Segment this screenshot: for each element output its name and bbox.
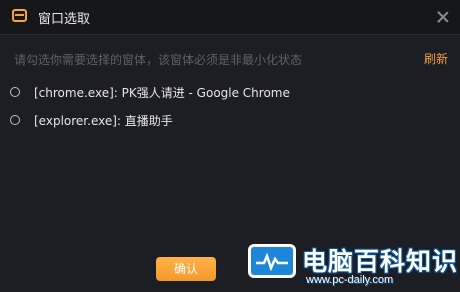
window-option-label: [explorer.exe]: 直播助手 bbox=[34, 113, 173, 128]
window-option-chrome[interactable]: [chrome.exe]: PK强人请进 - Google Chrome bbox=[10, 78, 450, 106]
watermark: 电脑百科知识 www.pc-daily.com bbox=[240, 232, 460, 292]
radio-icon[interactable] bbox=[10, 115, 20, 125]
confirm-button[interactable]: 确认 bbox=[156, 257, 216, 281]
window-option-label: [chrome.exe]: PK强人请进 - Google Chrome bbox=[34, 85, 290, 100]
window-icon bbox=[12, 9, 27, 22]
hint-text: 请勾选你需要选择的窗体，该窗体必须是非最小化状态 bbox=[14, 53, 303, 67]
watermark-text: 电脑百科知识 bbox=[302, 247, 459, 276]
radio-icon[interactable] bbox=[10, 87, 20, 97]
watermark-url: www.pc-daily.com bbox=[306, 274, 394, 286]
window-option-explorer[interactable]: [explorer.exe]: 直播助手 bbox=[10, 106, 450, 134]
window-picker-dialog: 窗口选取 请勾选你需要选择的窗体，该窗体必须是非最小化状态 刷新 [chrome… bbox=[0, 0, 460, 292]
dialog-title: 窗口选取 bbox=[38, 12, 91, 27]
window-list: [chrome.exe]: PK强人请进 - Google Chrome [ex… bbox=[10, 78, 450, 134]
monitor-logo-icon bbox=[248, 244, 296, 278]
refresh-button[interactable]: 刷新 bbox=[424, 50, 448, 67]
close-icon[interactable] bbox=[436, 10, 450, 24]
title-bar: 窗口选取 bbox=[0, 0, 460, 35]
